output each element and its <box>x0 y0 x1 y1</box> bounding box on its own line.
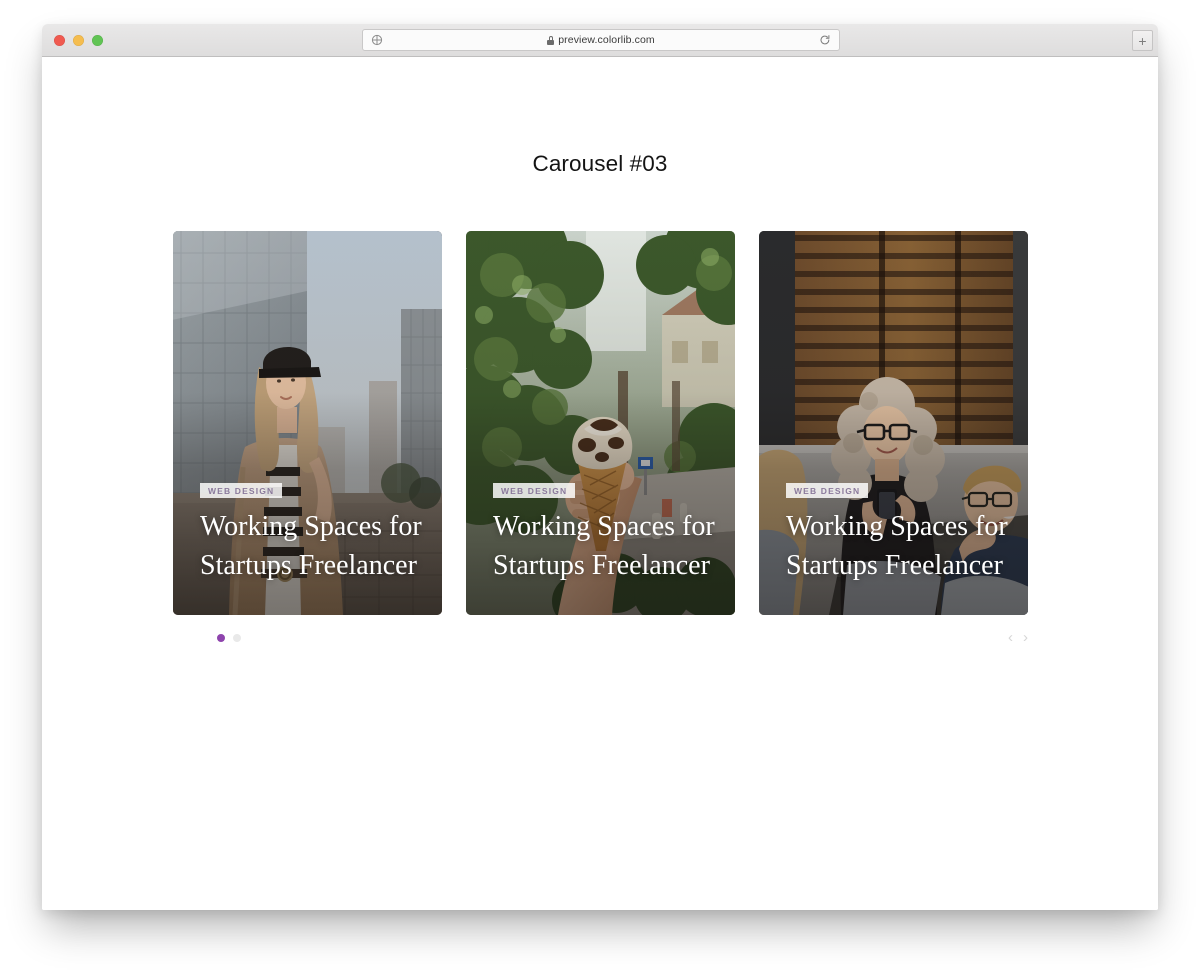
address-bar-content: preview.colorlib.com <box>383 34 819 46</box>
compass-icon <box>371 34 383 46</box>
chevron-right-icon[interactable]: › <box>1023 630 1028 645</box>
chevron-left-icon[interactable]: ‹ <box>1008 630 1013 645</box>
card-title[interactable]: Working Spaces for Startups Freelancer <box>200 507 424 585</box>
carousel-nav-arrows: ‹ › <box>1008 630 1028 645</box>
new-tab-button[interactable]: + <box>1132 30 1153 51</box>
lock-icon <box>547 36 554 45</box>
browser-window: preview.colorlib.com + Carousel #03 <box>42 24 1158 910</box>
carousel: WEB DESIGN Working Spaces for Startups F… <box>173 231 1028 651</box>
window-controls <box>54 35 103 46</box>
url-text: preview.colorlib.com <box>558 34 655 46</box>
maximize-window-button[interactable] <box>92 35 103 46</box>
card-title[interactable]: Working Spaces for Startups Freelancer <box>493 507 717 585</box>
card-content: WEB DESIGN Working Spaces for Startups F… <box>493 481 717 586</box>
carousel-pagination <box>217 634 241 642</box>
pagination-dot-1[interactable] <box>217 634 225 642</box>
card-content: WEB DESIGN Working Spaces for Startups F… <box>786 481 1010 586</box>
card-category-badge[interactable]: WEB DESIGN <box>200 483 282 499</box>
close-window-button[interactable] <box>54 35 65 46</box>
page-title: Carousel #03 <box>42 151 1158 177</box>
browser-toolbar: preview.colorlib.com + <box>42 24 1158 57</box>
carousel-card-list: WEB DESIGN Working Spaces for Startups F… <box>173 231 1028 615</box>
card-category-badge[interactable]: WEB DESIGN <box>786 483 868 499</box>
address-bar[interactable]: preview.colorlib.com <box>362 29 840 51</box>
card-title[interactable]: Working Spaces for Startups Freelancer <box>786 507 1010 585</box>
carousel-controls: ‹ › <box>173 633 1028 651</box>
reload-icon[interactable] <box>819 34 831 46</box>
minimize-window-button[interactable] <box>73 35 84 46</box>
pagination-dot-2[interactable] <box>233 634 241 642</box>
carousel-card[interactable]: WEB DESIGN Working Spaces for Startups F… <box>173 231 442 615</box>
card-content: WEB DESIGN Working Spaces for Startups F… <box>200 481 424 586</box>
page-viewport: Carousel #03 <box>42 57 1158 910</box>
carousel-card[interactable]: WEB DESIGN Working Spaces for Startups F… <box>466 231 735 615</box>
carousel-card[interactable]: WEB DESIGN Working Spaces for Startups F… <box>759 231 1028 615</box>
card-category-badge[interactable]: WEB DESIGN <box>493 483 575 499</box>
